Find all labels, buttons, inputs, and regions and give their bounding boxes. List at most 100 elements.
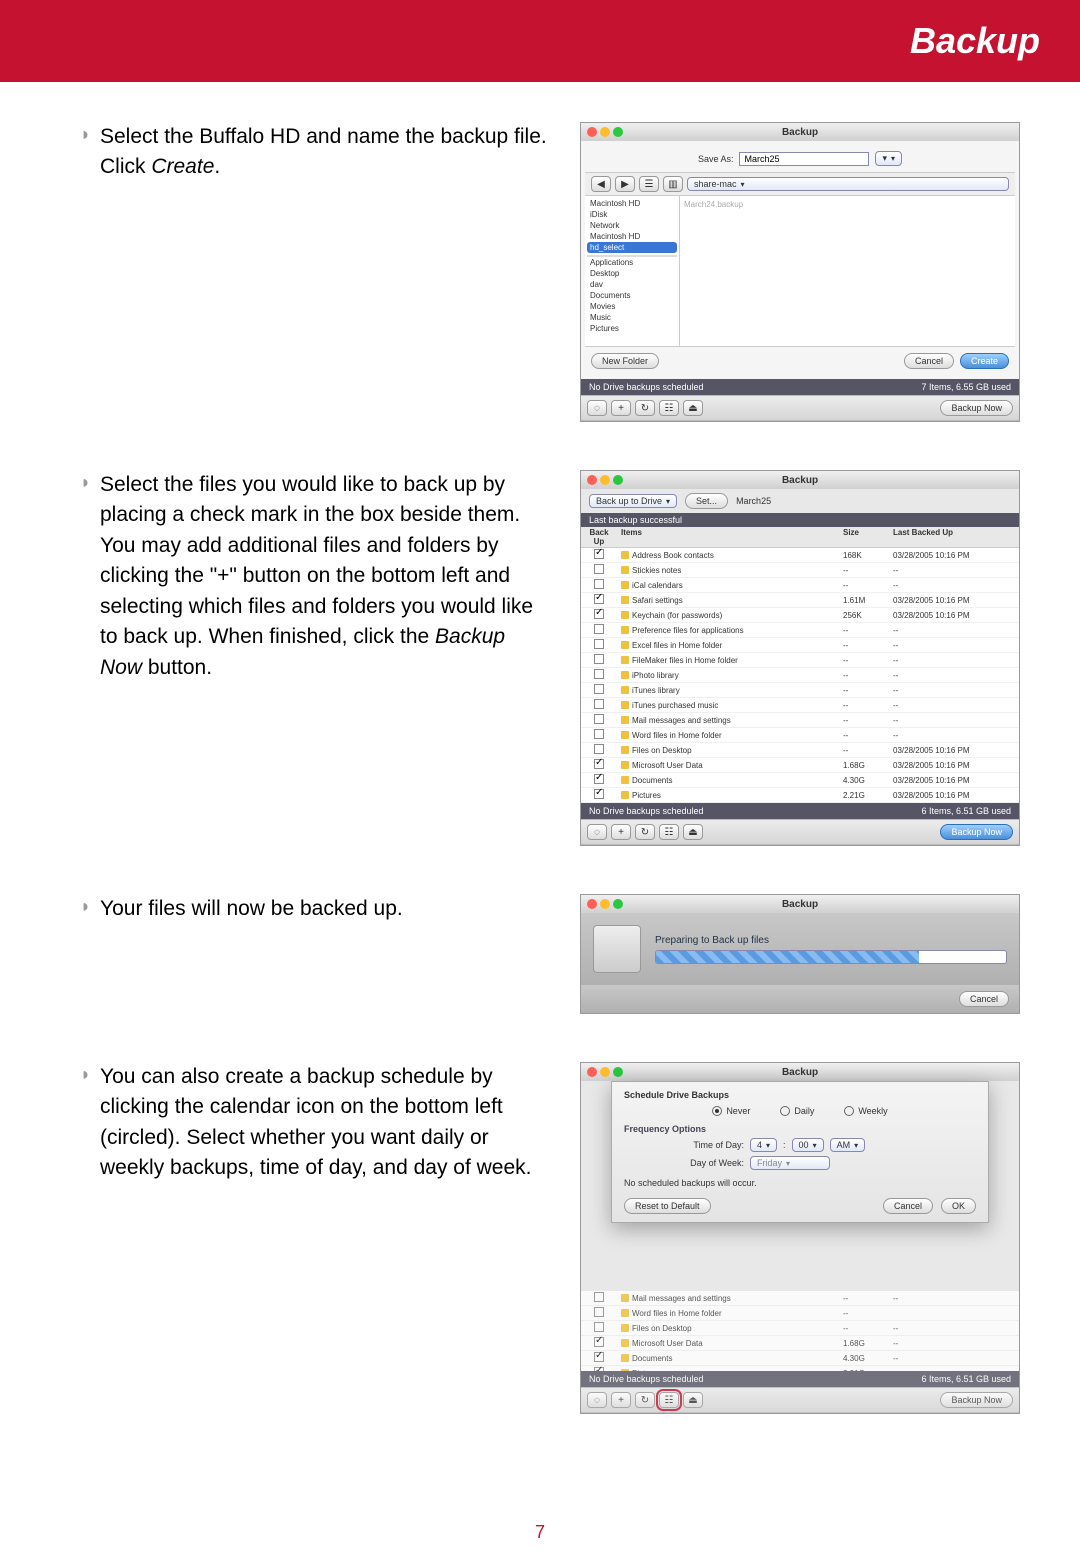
add-button[interactable]: + (611, 824, 631, 840)
checkbox[interactable] (594, 1292, 604, 1302)
checkbox[interactable] (594, 759, 604, 769)
time-of-day-label: Time of Day: (664, 1140, 744, 1150)
item-date: 03/28/2005 10:16 PM (889, 790, 1019, 801)
sidebar-item[interactable]: Macintosh HD (587, 198, 677, 209)
checkbox[interactable] (594, 579, 604, 589)
item-name: Documents (632, 776, 672, 785)
sidebar-item[interactable]: Movies (587, 301, 677, 312)
sidebar-item[interactable]: Macintosh HD (587, 231, 677, 242)
checkbox[interactable] (594, 729, 604, 739)
checkbox[interactable] (594, 1322, 604, 1332)
item-name: Microsoft User Data (632, 761, 703, 770)
page-content: ◗ Select the Buffalo HD and name the bac… (0, 82, 1080, 1502)
minute-select[interactable]: 00 (792, 1138, 824, 1152)
checkbox[interactable] (594, 789, 604, 799)
ampm-select[interactable]: AM (830, 1138, 866, 1152)
new-folder-button[interactable]: New Folder (591, 353, 659, 369)
back-button[interactable]: ◀ (591, 176, 611, 192)
checkbox[interactable] (594, 1307, 604, 1317)
folder-icon (621, 671, 629, 679)
refresh-icon[interactable]: ↻ (635, 824, 655, 840)
checkbox[interactable] (594, 699, 604, 709)
set-button[interactable]: Set... (685, 493, 728, 509)
calendar-icon[interactable]: ☷ (659, 824, 679, 840)
cancel-button[interactable]: Cancel (959, 991, 1009, 1007)
view-list-icon[interactable]: ☰ (639, 176, 659, 192)
item-name: iTunes purchased music (632, 701, 718, 710)
hour-select[interactable]: 4 (750, 1138, 777, 1152)
cancel-button[interactable]: Cancel (883, 1198, 933, 1214)
checkbox[interactable] (594, 609, 604, 619)
checkbox[interactable] (594, 564, 604, 574)
item-date: 03/28/2005 10:16 PM (889, 760, 1019, 771)
item-size: -- (839, 655, 889, 666)
ok-button[interactable]: OK (941, 1198, 976, 1214)
save-as-input[interactable] (739, 152, 869, 166)
item-date: 03/28/2005 10:16 PM (889, 595, 1019, 606)
eject-icon[interactable]: ⏏ (683, 400, 703, 416)
info-icon[interactable]: ◌ (587, 1392, 607, 1408)
step-4: ◗ You can also create a backup schedule … (80, 1062, 1020, 1414)
checkbox[interactable] (594, 714, 604, 724)
item-size: 2.21G (839, 1368, 889, 1372)
sidebar-item-selected[interactable]: hd_select (587, 242, 677, 253)
checkbox[interactable] (594, 684, 604, 694)
backup-now-button[interactable]: Backup Now (940, 400, 1013, 416)
view-column-icon[interactable]: ▥ (663, 176, 683, 192)
sidebar-item[interactable]: dav (587, 279, 677, 290)
forward-button[interactable]: ▶ (615, 176, 635, 192)
location-select[interactable]: share-mac (687, 177, 1009, 191)
status-left: No Drive backups scheduled (589, 382, 704, 392)
refresh-icon[interactable]: ↻ (635, 400, 655, 416)
sidebar-item[interactable]: Pictures (587, 323, 677, 334)
backup-now-button[interactable]: Backup Now (940, 1392, 1013, 1408)
eject-icon[interactable]: ⏏ (683, 824, 703, 840)
info-icon[interactable]: ◌ (587, 824, 607, 840)
item-date: 03/28/2005 10:16 PM (889, 610, 1019, 621)
folder-icon (621, 776, 629, 784)
reset-button[interactable]: Reset to Default (624, 1198, 711, 1214)
checkbox[interactable] (594, 594, 604, 604)
checkbox[interactable] (594, 624, 604, 634)
step-2: ◗ Select the files you would like to bac… (80, 470, 1020, 846)
table-row: Word files in Home folder---- (581, 728, 1019, 743)
create-button[interactable]: Create (960, 353, 1009, 369)
destination-select[interactable]: Back up to Drive (589, 494, 677, 508)
calendar-icon[interactable]: ☷ (659, 400, 679, 416)
backup-now-button[interactable]: Backup Now (940, 824, 1013, 840)
radio-never[interactable] (712, 1106, 722, 1116)
cancel-button[interactable]: Cancel (904, 353, 954, 369)
add-button[interactable]: + (611, 400, 631, 416)
checkbox[interactable] (594, 744, 604, 754)
col-items: Items (617, 527, 839, 547)
checkbox[interactable] (594, 774, 604, 784)
frequency-label: Frequency Options (624, 1124, 976, 1134)
add-button[interactable]: + (611, 1392, 631, 1408)
sidebar-item[interactable]: Documents (587, 290, 677, 301)
save-as-expand[interactable]: ▾ (875, 151, 902, 166)
sidebar-item[interactable]: Music (587, 312, 677, 323)
checkbox[interactable] (594, 549, 604, 559)
eject-icon[interactable]: ⏏ (683, 1392, 703, 1408)
sidebar-item[interactable]: Desktop (587, 268, 677, 279)
checkbox[interactable] (594, 1337, 604, 1347)
table-row: Stickies notes---- (581, 563, 1019, 578)
checkbox[interactable] (594, 639, 604, 649)
checkbox[interactable] (594, 654, 604, 664)
sidebar-item[interactable]: Applications (587, 257, 677, 268)
window-title: Backup (581, 1067, 1019, 1078)
checkbox[interactable] (594, 1367, 604, 1371)
refresh-icon[interactable]: ↻ (635, 1392, 655, 1408)
day-of-week-select[interactable]: Friday (750, 1156, 830, 1170)
checkbox[interactable] (594, 669, 604, 679)
schedule-msg: No scheduled backups will occur. (624, 1178, 976, 1188)
sidebar-item[interactable]: Network (587, 220, 677, 231)
info-icon[interactable]: ◌ (587, 400, 607, 416)
calendar-icon[interactable]: ☷ (659, 1392, 679, 1408)
checkbox[interactable] (594, 1352, 604, 1362)
radio-daily[interactable] (780, 1106, 790, 1116)
folder-icon (621, 596, 629, 604)
radio-weekly[interactable] (844, 1106, 854, 1116)
file-list[interactable]: March24.backup (680, 196, 1015, 346)
sidebar-item[interactable]: iDisk (587, 209, 677, 220)
